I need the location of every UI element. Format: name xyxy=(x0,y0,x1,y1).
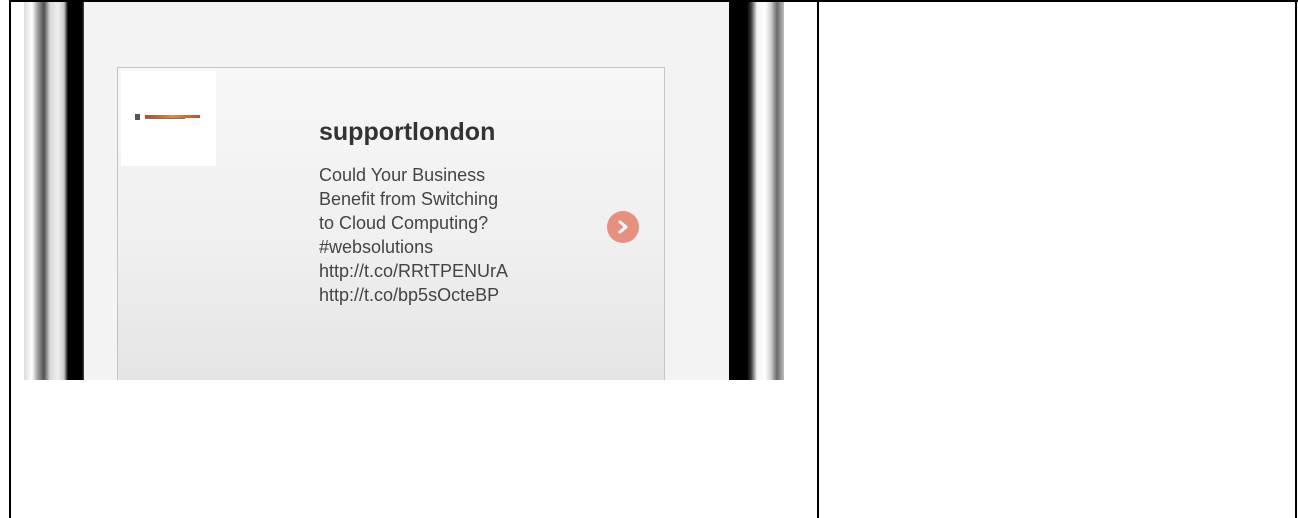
tweet-link[interactable]: http://t.co/bp5sOcteBP xyxy=(319,283,579,307)
table-border-left xyxy=(9,0,11,518)
tweet-hashtag[interactable]: #websolutions xyxy=(319,235,579,259)
tweet-line: to Cloud Computing? xyxy=(319,213,489,233)
tweet-line: Could Your Business xyxy=(319,165,486,185)
avatar[interactable] xyxy=(121,71,216,166)
tweet-line: Benefit from Switching xyxy=(319,189,499,209)
device-screen: supportlondon Could Your Business Benefi… xyxy=(84,2,784,380)
tweet-link[interactable]: http://t.co/RRtTPENUrA xyxy=(319,259,579,283)
company-logo-icon xyxy=(135,114,203,120)
embedded-screenshot: supportlondon Could Your Business Benefi… xyxy=(24,2,784,380)
table-border-middle xyxy=(817,0,819,518)
device-bezel-right xyxy=(729,2,784,380)
tweet-username[interactable]: supportlondon xyxy=(319,118,495,147)
tweet-card[interactable]: supportlondon Could Your Business Benefi… xyxy=(117,67,665,380)
next-button[interactable] xyxy=(607,211,639,243)
table-border-right xyxy=(1295,0,1297,518)
device-bezel-left xyxy=(24,2,84,380)
chevron-right-icon xyxy=(618,220,628,234)
tweet-text: Could Your Business Benefit from Switchi… xyxy=(319,163,579,307)
